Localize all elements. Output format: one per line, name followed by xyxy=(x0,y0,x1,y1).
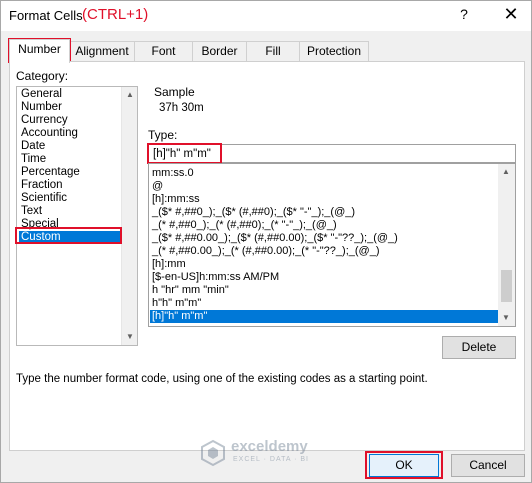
scroll-up-icon[interactable]: ▲ xyxy=(122,87,137,103)
format-item[interactable]: [h]:mm xyxy=(150,258,499,271)
scroll-up-icon[interactable]: ▲ xyxy=(498,164,514,180)
format-list-scrollbar[interactable]: ▲ ▼ xyxy=(498,164,515,326)
category-item-percentage[interactable]: Percentage xyxy=(19,166,123,179)
sample-label: Sample xyxy=(154,85,195,99)
help-button[interactable]: ? xyxy=(456,6,472,24)
format-cells-dialog: Format Cells (CTRL+1) ? ✕ Number Alignme… xyxy=(0,0,532,483)
category-item-time[interactable]: Time xyxy=(19,153,123,166)
tab-border[interactable]: Border xyxy=(192,41,247,62)
category-list[interactable]: General Number Currency Accounting Date … xyxy=(16,86,138,346)
category-item-date[interactable]: Date xyxy=(19,140,123,153)
watermark: exceldemy EXCEL · DATA · BI xyxy=(199,437,329,469)
tab-protection[interactable]: Protection xyxy=(299,41,369,62)
format-item[interactable]: [$-en-US]h:mm:ss AM/PM xyxy=(150,271,499,284)
watermark-name: exceldemy xyxy=(231,438,308,455)
category-item-text[interactable]: Text xyxy=(19,205,123,218)
tab-alignment[interactable]: Alignment xyxy=(69,41,135,62)
category-item-accounting[interactable]: Accounting xyxy=(19,127,123,140)
sample-box: 37h 30m xyxy=(149,98,517,124)
category-item-general[interactable]: General xyxy=(19,88,123,101)
close-button[interactable]: ✕ xyxy=(501,4,521,24)
format-item[interactable]: _(* #,##0.00_);_(* (#,##0.00);_(* "-"??_… xyxy=(150,245,499,258)
format-item[interactable]: @ xyxy=(150,180,499,193)
format-item-selected[interactable]: [h]"h" m"m" xyxy=(150,310,499,323)
format-code-list[interactable]: mm:ss.0 @ [h]:mm:ss _($* #,##0_);_($* (#… xyxy=(148,163,516,327)
category-item-number[interactable]: Number xyxy=(19,101,123,114)
category-item-custom[interactable]: Custom xyxy=(19,231,123,244)
category-label: Category: xyxy=(16,69,69,83)
title-bar: Format Cells (CTRL+1) ? ✕ xyxy=(1,1,531,31)
dialog-title: Format Cells xyxy=(9,8,83,23)
ok-button[interactable]: OK xyxy=(369,454,439,477)
scroll-thumb[interactable] xyxy=(501,270,512,302)
exceldemy-logo-icon xyxy=(201,439,225,467)
format-item[interactable]: h"h" m"m" xyxy=(150,297,499,310)
type-input[interactable] xyxy=(148,144,516,163)
category-scrollbar[interactable]: ▲ ▼ xyxy=(121,87,137,345)
format-item[interactable]: _($* #,##0_);_($* (#,##0);_($* "-"_);_(@… xyxy=(150,206,499,219)
category-item-scientific[interactable]: Scientific xyxy=(19,192,123,205)
tab-number[interactable]: Number xyxy=(9,39,70,63)
format-item[interactable]: _($* #,##0.00_);_($* (#,##0.00);_($* "-"… xyxy=(150,232,499,245)
category-item-currency[interactable]: Currency xyxy=(19,114,123,127)
cancel-button[interactable]: Cancel xyxy=(451,454,525,477)
format-item[interactable]: h "hr" mm "min" xyxy=(150,284,499,297)
sample-value: 37h 30m xyxy=(159,102,204,114)
delete-button[interactable]: Delete xyxy=(442,336,516,359)
format-item[interactable]: _(* #,##0_);_(* (#,##0);_(* "-"_);_(@_) xyxy=(150,219,499,232)
hint-text: Type the number format code, using one o… xyxy=(16,373,428,385)
tab-fill[interactable]: Fill xyxy=(246,41,300,62)
category-item-fraction[interactable]: Fraction xyxy=(19,179,123,192)
format-item[interactable]: mm:ss.0 xyxy=(150,167,499,180)
category-item-special[interactable]: Special xyxy=(19,218,123,231)
format-item[interactable]: [h]:mm:ss xyxy=(150,193,499,206)
watermark-tagline: EXCEL · DATA · BI xyxy=(233,456,309,463)
type-label: Type: xyxy=(148,128,178,142)
scroll-down-icon[interactable]: ▼ xyxy=(122,329,137,345)
scroll-down-icon[interactable]: ▼ xyxy=(498,310,514,326)
shortcut-annotation: (CTRL+1) xyxy=(82,6,149,23)
tab-font[interactable]: Font xyxy=(134,41,193,62)
